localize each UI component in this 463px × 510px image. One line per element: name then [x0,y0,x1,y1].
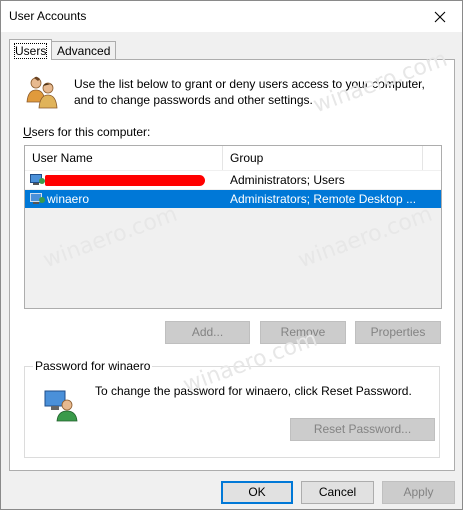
users-label-accelerator: U [23,125,32,139]
users-for-computer-label: Users for this computer: [23,125,150,139]
user-accounts-dialog: User Accounts Users Advanced Use the lis… [0,0,463,510]
column-user-name[interactable]: User Name [25,146,223,170]
list-row-group: Administrators; Remote Desktop ... [230,192,417,206]
user-password-icon [44,390,78,422]
password-group-title: Password for winaero [33,359,153,373]
password-groupbox: Password for winaero To change the passw… [24,359,440,458]
intro-text: Use the list below to grant or deny user… [74,77,425,107]
add-user-button[interactable]: Add... [165,321,250,344]
remove-user-button[interactable]: Remove [260,321,346,344]
apply-button[interactable]: Apply [382,481,455,504]
list-row-redacted-user[interactable]: Administrators; Users [25,171,441,189]
list-row-group: Administrators; Users [230,173,345,187]
tab-advanced-label: Advanced [57,44,111,58]
users-label-text: sers for this computer: [31,125,151,139]
users-tab-panel: Use the list below to grant or deny user… [9,47,455,471]
cancel-button[interactable]: Cancel [301,481,374,504]
dialog-button-bar: OK Cancel Apply [1,471,462,509]
users-icon [26,76,58,109]
ok-button[interactable]: OK [221,481,293,504]
column-group[interactable]: Group [223,146,423,170]
title-bar: User Accounts [1,1,462,32]
properties-button[interactable]: Properties [355,321,441,344]
list-row-winaero[interactable]: winaero Administrators; Remote Desktop .… [25,190,441,208]
reset-password-button[interactable]: Reset Password... [290,418,435,441]
tab-users[interactable]: Users [9,39,53,60]
close-icon [434,11,446,22]
close-button[interactable] [418,1,462,32]
user-account-icon [30,193,45,204]
tab-users-label: Users [13,43,48,59]
users-list[interactable]: User Name Group Administrators; Users wi… [24,145,442,309]
password-instruction: To change the password for winaero, clic… [95,384,412,398]
list-header: User Name Group [25,146,441,170]
list-row-user-name: winaero [47,192,90,206]
tab-advanced[interactable]: Advanced [51,41,117,60]
redacted-user-name [45,175,205,186]
user-account-icon [30,174,45,185]
window-title: User Accounts [9,9,87,23]
